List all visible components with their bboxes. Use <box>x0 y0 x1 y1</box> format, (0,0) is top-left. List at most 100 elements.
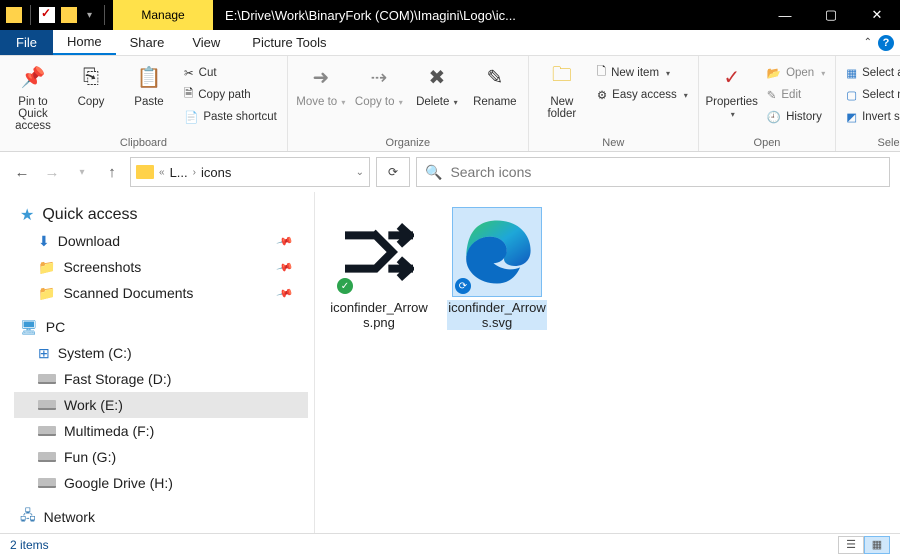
maximize-button[interactable]: ▢ <box>808 0 854 30</box>
edit-button[interactable]: ✎Edit <box>763 84 829 106</box>
open-icon: 📂 <box>767 66 781 80</box>
title-bar: ▾ Manage E:\Drive\Work\BinaryFork (COM)\… <box>0 0 900 30</box>
select-all-button[interactable]: ▦Select all <box>842 62 900 84</box>
rename-button[interactable]: ✎ Rename <box>468 60 522 108</box>
new-folder-icon[interactable] <box>61 7 77 23</box>
pin-icon: 📌 <box>276 284 294 302</box>
edit-icon: ✎ <box>767 88 777 102</box>
history-button[interactable]: 🕘History <box>763 106 829 128</box>
properties-icon[interactable] <box>39 7 55 23</box>
label: Cut <box>199 67 217 79</box>
tab-home[interactable]: Home <box>53 30 116 55</box>
rename-icon: ✎ <box>480 62 510 92</box>
explorer-body: ★Quick access ⬇Download📌 📁Screenshots📌 📁… <box>0 192 900 533</box>
sidebar-network[interactable]: 🖧Network <box>14 504 308 530</box>
pin-to-quick-access-button[interactable]: 📌 Pin to Quick access <box>6 60 60 132</box>
search-box[interactable]: 🔍 Search icons <box>416 157 890 187</box>
contextual-tab-manage[interactable]: Manage <box>113 0 213 30</box>
tab-share[interactable]: Share <box>116 30 179 55</box>
pin-icon: 📌 <box>18 62 48 92</box>
label: Paste <box>134 96 163 108</box>
address-bar[interactable]: « L... › icons ⌄ <box>130 157 370 187</box>
new-item-button[interactable]: 🗋New item▾ <box>593 62 692 84</box>
sidebar-drive-f[interactable]: Multimeda (F:) <box>14 418 308 444</box>
sidebar-drive-d[interactable]: Fast Storage (D:) <box>14 366 308 392</box>
refresh-button[interactable]: ⟳ <box>376 157 410 187</box>
drive-icon <box>38 400 56 410</box>
back-button[interactable]: ← <box>10 160 34 184</box>
label: Pin to Quick access <box>6 96 60 132</box>
invert-selection-button[interactable]: ◩Invert selection <box>842 106 900 128</box>
label: Fun (G:) <box>64 449 116 465</box>
chevron-down-icon: ▾ <box>684 91 688 100</box>
group-label: Open <box>705 135 829 149</box>
sidebar-item-download[interactable]: ⬇Download📌 <box>14 228 308 254</box>
item-count: 2 items <box>10 538 49 552</box>
drive-icon <box>38 478 56 488</box>
close-button[interactable]: ✕ <box>854 0 900 30</box>
file-item-svg[interactable]: ⟳ iconfinder_Arrows.svg <box>447 208 547 330</box>
label: Copy to <box>355 96 395 108</box>
new-folder-button[interactable]: 🗀 New folder <box>535 60 589 120</box>
help-icon[interactable]: ? <box>878 35 894 51</box>
easy-access-button[interactable]: ⚙Easy access▾ <box>593 84 692 106</box>
file-item-png[interactable]: ✓ iconfinder_Arrows.png <box>329 208 429 330</box>
label: Properties <box>706 96 758 108</box>
open-button[interactable]: 📂Open▾ <box>763 62 829 84</box>
navigation-bar: ← → ▾ ↑ « L... › icons ⌄ ⟳ 🔍 Search icon… <box>0 152 900 192</box>
sidebar-drive-e[interactable]: Work (E:) <box>14 392 308 418</box>
download-icon: ⬇ <box>38 233 50 250</box>
paste-button[interactable]: 📋 Paste <box>122 60 176 108</box>
status-bar: 2 items ☰ ▦ <box>0 533 900 555</box>
copy-button[interactable]: ⎘ Copy <box>64 60 118 108</box>
sidebar-drive-c[interactable]: ⊞System (C:) <box>14 340 308 366</box>
qat-dropdown-icon[interactable]: ▾ <box>83 10 96 21</box>
file-list[interactable]: ✓ iconfinder_Arrows.png ⟳ iconfinder_Arr… <box>315 192 900 533</box>
icons-view-button[interactable]: ▦ <box>864 536 890 554</box>
sidebar-drive-g[interactable]: Fun (G:) <box>14 444 308 470</box>
label: Open <box>786 67 814 79</box>
chevron-down-icon[interactable]: ⌄ <box>356 167 364 178</box>
thumbnail: ⟳ <box>453 208 541 296</box>
group-label: Clipboard <box>6 135 281 149</box>
cut-button[interactable]: ✂Cut <box>180 62 281 84</box>
up-button[interactable]: ↑ <box>100 160 124 184</box>
file-name: iconfinder_Arrows.png <box>329 300 429 330</box>
tab-view[interactable]: View <box>178 30 234 55</box>
chevron-down-icon: ▾ <box>397 98 403 107</box>
sidebar-quick-access[interactable]: ★Quick access <box>14 202 308 228</box>
move-to-button[interactable]: ➜ Move to ▾ <box>294 60 348 108</box>
group-label: Select <box>842 135 900 149</box>
breadcrumb[interactable]: icons <box>201 165 231 180</box>
sidebar-item-screenshots[interactable]: 📁Screenshots📌 <box>14 254 308 280</box>
tab-picture-tools[interactable]: Picture Tools <box>238 30 340 55</box>
sidebar-this-pc[interactable]: 🖥PC <box>14 314 308 340</box>
properties-button[interactable]: ✓ Properties ▾ <box>705 60 759 120</box>
thumbnail: ✓ <box>335 208 423 296</box>
forward-button[interactable]: → <box>40 160 64 184</box>
delete-button[interactable]: ✖ Delete ▾ <box>410 60 464 108</box>
pc-icon: 🖥 <box>20 319 38 336</box>
invert-selection-icon: ◩ <box>846 110 857 124</box>
label: Google Drive (H:) <box>64 475 173 491</box>
collapse-ribbon-icon[interactable]: ⌃ <box>864 37 872 48</box>
select-none-button[interactable]: ▢Select none <box>842 84 900 106</box>
paste-shortcut-button[interactable]: 📄Paste shortcut <box>180 106 281 128</box>
sidebar-item-scanned-documents[interactable]: 📁Scanned Documents📌 <box>14 280 308 306</box>
breadcrumb[interactable]: L... <box>170 165 188 180</box>
edge-logo-icon <box>462 217 532 287</box>
label: Easy access <box>612 89 677 101</box>
details-view-button[interactable]: ☰ <box>838 536 864 554</box>
copy-to-button[interactable]: ⇢ Copy to ▾ <box>352 60 406 108</box>
recent-locations-button[interactable]: ▾ <box>70 160 94 184</box>
sidebar-drive-h[interactable]: Google Drive (H:) <box>14 470 308 496</box>
file-tab[interactable]: File <box>0 30 53 55</box>
label: Fast Storage (D:) <box>64 371 171 387</box>
copy-path-button[interactable]: 🗎Copy path <box>180 84 281 106</box>
chevron-right-icon[interactable]: « <box>159 167 165 178</box>
label: New folder <box>535 96 589 120</box>
folder-icon[interactable] <box>6 7 22 23</box>
minimize-button[interactable]: — <box>762 0 808 30</box>
window-title: E:\Drive\Work\BinaryFork (COM)\Imagini\L… <box>213 0 762 30</box>
chevron-right-icon[interactable]: › <box>193 167 196 178</box>
